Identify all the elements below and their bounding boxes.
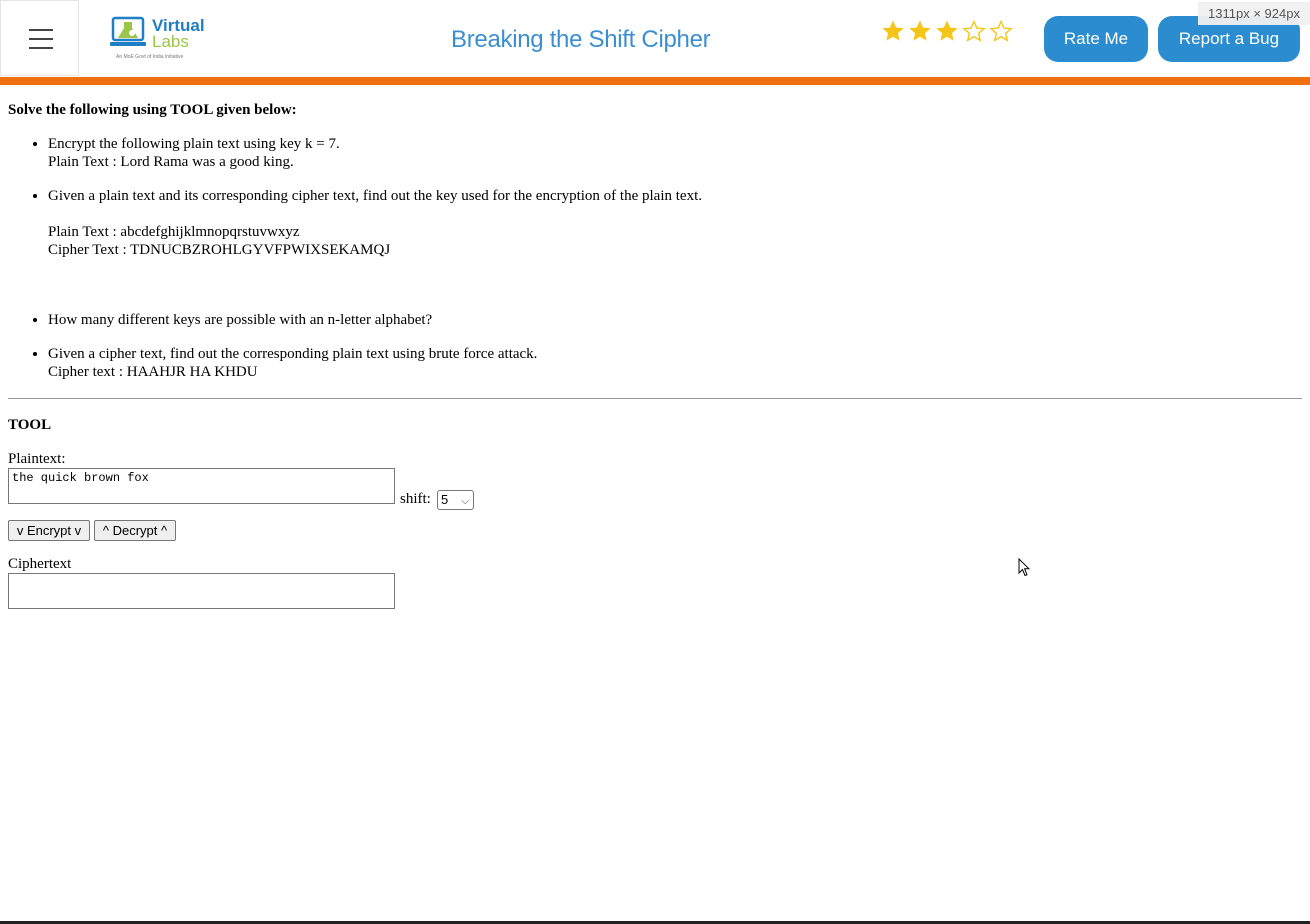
plaintext-row: the quick brown fox shift: 5 ⌵ — [8, 468, 1302, 510]
size-badge: 1311px × 924px — [1198, 2, 1310, 25]
list-item: Encrypt the following plain text using k… — [48, 135, 1302, 171]
star-filled-icon[interactable] — [881, 19, 905, 43]
tool-heading: TOOL — [8, 417, 52, 433]
rate-me-button[interactable]: Rate Me — [1044, 16, 1148, 62]
list-item: How many different keys are possible wit… — [48, 311, 1302, 329]
page-header: Virtual Labs An MoE Govt of India Initia… — [0, 0, 1310, 78]
main-content: Solve the following using TOOL given bel… — [8, 101, 1302, 613]
question-text: Given a cipher text, find out the corres… — [48, 346, 538, 362]
rating-stars — [881, 19, 1016, 48]
decrypt-button[interactable]: ^ Decrypt ^ — [94, 520, 176, 541]
question-text: How many different keys are possible wit… — [48, 312, 433, 328]
question-detail: Cipher Text : TDNUCBZROHLGYVFPWIXSEKAMQJ — [48, 242, 391, 258]
encrypt-button[interactable]: v Encrypt v — [8, 520, 90, 541]
list-item: Given a cipher text, find out the corres… — [48, 345, 1302, 381]
chevron-down-icon: ⌵ — [461, 496, 469, 507]
section-divider — [8, 398, 1302, 399]
shift-value: 5 — [441, 492, 449, 507]
menu-icon[interactable] — [0, 0, 79, 76]
star-filled-icon[interactable] — [935, 19, 959, 43]
question-text: Given a plain text and its corresponding… — [48, 188, 702, 204]
logo-tagline: An MoE Govt of India Initiative — [116, 54, 184, 60]
list-item: Given a plain text and its corresponding… — [48, 187, 1302, 259]
question-detail: Cipher text : HAAHJR HA KHDU — [48, 364, 258, 380]
virtual-labs-logo[interactable]: Virtual Labs An MoE Govt of India Initia… — [110, 12, 205, 62]
logo-flask-icon — [110, 16, 146, 46]
ciphertext-input[interactable] — [8, 573, 395, 609]
question-text: Encrypt the following plain text using k… — [48, 136, 340, 152]
page-title: Breaking the Shift Cipher — [451, 26, 711, 53]
star-filled-icon[interactable] — [908, 19, 932, 43]
mouse-cursor-icon — [1018, 558, 1030, 577]
header-divider — [0, 77, 1310, 85]
ciphertext-label: Ciphertext — [8, 556, 72, 572]
exercise-heading: Solve the following using TOOL given bel… — [8, 102, 297, 118]
question-list: Encrypt the following plain text using k… — [8, 135, 1302, 381]
logo-word-labs: Labs — [152, 32, 189, 51]
question-detail: Plain Text : abcdefghijklmnopqrstuvwxyz — [48, 224, 300, 240]
plaintext-label: Plaintext: — [8, 451, 66, 467]
plaintext-input[interactable]: the quick brown fox — [8, 468, 395, 504]
cipher-actions: v Encrypt v ^ Decrypt ^ — [8, 520, 1302, 541]
star-empty-icon[interactable] — [989, 19, 1013, 43]
shift-select[interactable]: 5 ⌵ — [437, 490, 474, 510]
shift-label: shift: — [400, 491, 431, 507]
ciphertext-row — [8, 573, 1302, 613]
question-detail: Plain Text : Lord Rama was a good king. — [48, 154, 294, 170]
star-empty-icon[interactable] — [962, 19, 986, 43]
